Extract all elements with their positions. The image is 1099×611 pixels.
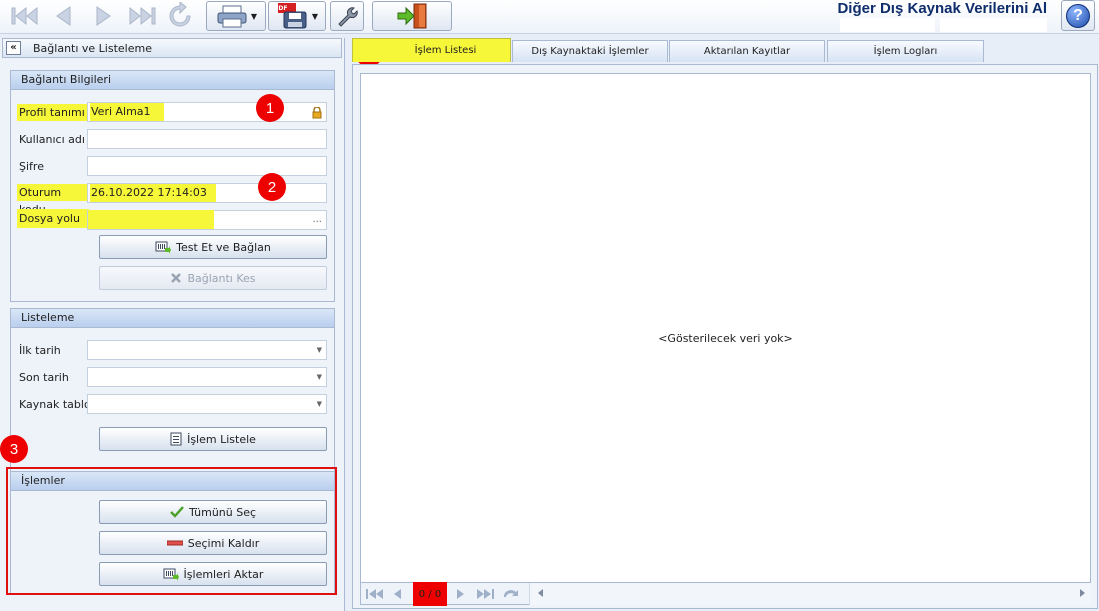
- start-date-field[interactable]: ▼: [87, 340, 327, 360]
- chevron-down-icon[interactable]: ▼: [317, 341, 322, 359]
- chevron-down-icon[interactable]: ▼: [317, 395, 322, 413]
- next-page-icon[interactable]: [455, 587, 467, 601]
- session-label: Oturum kodu: [17, 184, 89, 216]
- wrench-icon: [338, 7, 358, 27]
- tab-external-operations[interactable]: Dış Kaynaktaki İşlemler: [512, 40, 668, 62]
- help-button[interactable]: ?: [1061, 0, 1095, 31]
- annotation-badge-1: 1: [256, 94, 284, 122]
- left-panel-header: « Bağlantı ve Listeleme: [2, 38, 342, 58]
- previous-record-icon[interactable]: [46, 1, 80, 31]
- settings-button[interactable]: [330, 1, 364, 31]
- password-field[interactable]: [87, 156, 327, 176]
- annotation-badge-2: 2: [258, 173, 286, 201]
- chevron-down-icon[interactable]: ▼: [317, 368, 322, 386]
- username-field[interactable]: [87, 129, 327, 149]
- list-operations-button[interactable]: İşlem Listele: [99, 427, 327, 451]
- pdf-label: PDF: [274, 5, 288, 12]
- exit-door-icon: [397, 3, 427, 29]
- profile-value: Veri Alma1: [90, 103, 164, 121]
- password-label: Şifre: [19, 160, 44, 173]
- collapse-panel-button[interactable]: «: [6, 41, 21, 55]
- list-operations-label: İşlem Listele: [187, 432, 256, 446]
- connect-icon: [155, 241, 172, 254]
- disconnect-label: Bağlantı Kes: [187, 271, 256, 285]
- first-page-icon[interactable]: [365, 587, 385, 601]
- first-record-icon[interactable]: [6, 1, 44, 31]
- page-count: 0 / 0: [413, 582, 447, 606]
- exit-button[interactable]: [372, 1, 452, 31]
- listing-group-title: Listeleme: [11, 309, 334, 328]
- profile-label: Profil tanımı: [17, 104, 89, 121]
- scroll-right-icon[interactable]: [1079, 588, 1087, 598]
- end-date-field[interactable]: ▼: [87, 367, 327, 387]
- source-table-field[interactable]: ▼: [87, 394, 327, 414]
- chevron-down-icon: ▼: [311, 11, 319, 21]
- tab-transferred-records[interactable]: Aktarılan Kayıtlar: [669, 40, 825, 62]
- last-record-icon[interactable]: [122, 1, 162, 31]
- path-label: Dosya yolu: [17, 209, 89, 228]
- pdf-save-button[interactable]: PDF ▼: [268, 1, 326, 31]
- session-value: 26.10.2022 17:14:03: [90, 184, 216, 202]
- window-title: Diğer Dış Kaynak Verilerini Al: [837, 0, 1047, 17]
- last-page-icon[interactable]: [475, 587, 495, 601]
- disconnect-icon: [171, 273, 182, 283]
- list-icon: [170, 432, 182, 446]
- session-field[interactable]: 26.10.2022 17:14:03: [87, 183, 327, 203]
- disconnect-button[interactable]: Bağlantı Kes: [99, 266, 327, 290]
- scroll-left-icon[interactable]: [536, 588, 544, 598]
- connection-group: Bağlantı Bilgileri Profil tanımı Veri Al…: [10, 70, 335, 302]
- help-icon: ?: [1066, 3, 1090, 28]
- connection-group-title: Bağlantı Bilgileri: [11, 71, 334, 90]
- source-table-label: Kaynak tablo: [19, 398, 91, 411]
- tab-operation-logs[interactable]: İşlem Logları: [827, 40, 984, 62]
- grid-navigator: 0 / 0: [360, 582, 1091, 606]
- lock-icon: [312, 103, 322, 125]
- profile-field[interactable]: Veri Alma1: [87, 102, 327, 122]
- printer-icon: [217, 5, 247, 28]
- toolbar: ▼ PDF ▼ Diğer Dış Kaynak Verilerini Al ?: [0, 0, 1099, 34]
- grid-panel: <Gösterilecek veri yok> 0 / 0: [352, 64, 1098, 609]
- start-date-label: İlk tarih: [19, 344, 61, 357]
- test-connect-label: Test Et ve Bağlan: [176, 240, 271, 254]
- print-button[interactable]: ▼: [206, 1, 266, 31]
- tab-operation-list[interactable]: İşlem Listesi: [352, 38, 511, 62]
- left-panel-title: Bağlantı ve Listeleme: [33, 41, 152, 55]
- refresh-icon[interactable]: [162, 1, 198, 31]
- username-label: Kullanıcı adı: [19, 133, 85, 146]
- horizontal-scrollbar[interactable]: [529, 583, 1091, 605]
- title-field-2: [940, 18, 1047, 32]
- operations-highlight-frame: [6, 467, 337, 595]
- path-field[interactable]: ...: [87, 210, 327, 230]
- refresh-page-icon[interactable]: [501, 587, 521, 601]
- annotation-badge-3: 3: [0, 435, 28, 463]
- browse-button[interactable]: ...: [312, 211, 322, 229]
- path-value: [88, 210, 214, 229]
- empty-grid-message: <Gösterilecek veri yok>: [658, 332, 793, 345]
- test-connect-button[interactable]: Test Et ve Bağlan: [99, 235, 327, 259]
- previous-page-icon[interactable]: [391, 587, 403, 601]
- title-field: [840, 18, 935, 32]
- data-grid[interactable]: <Gösterilecek veri yok>: [360, 73, 1091, 583]
- chevron-down-icon: ▼: [250, 11, 258, 21]
- end-date-label: Son tarih: [19, 371, 69, 384]
- next-record-icon[interactable]: [86, 1, 120, 31]
